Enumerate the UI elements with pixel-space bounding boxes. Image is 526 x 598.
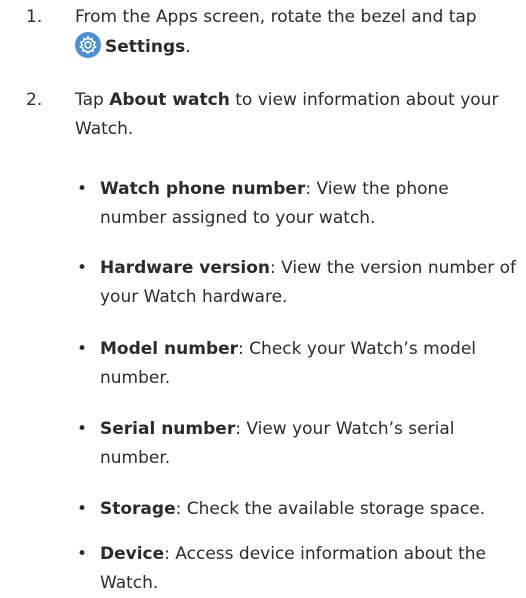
step-text: Tap About watch to view information abou… (75, 86, 520, 144)
list-item-text: Storage: Check the available storage spa… (100, 495, 520, 524)
step-number: 1. (26, 7, 43, 27)
option-name: Watch phone number (100, 179, 306, 199)
bullet-dot: • (77, 499, 88, 519)
list-item-text: Watch phone number: View the phone numbe… (100, 175, 520, 233)
bullet-dot: • (77, 258, 88, 278)
step-text-before: Tap (75, 90, 110, 110)
option-description: : Check the available storage space. (175, 499, 486, 519)
about-watch-label: About watch (109, 90, 230, 110)
settings-label: Settings (105, 37, 186, 57)
bullet-dot: • (77, 339, 88, 359)
option-name: Model number (100, 339, 239, 359)
bullet-dot: • (77, 419, 88, 439)
list-item-text: Device: Access device information about … (100, 540, 520, 598)
bullet-dot: • (77, 179, 88, 199)
settings-gear-icon (75, 32, 101, 58)
step-text: From the Apps screen, rotate the bezel a… (75, 3, 520, 62)
bullet-dot: • (77, 544, 88, 564)
step-text-after: . (185, 37, 191, 57)
list-item-text: Serial number: View your Watch’s serial … (100, 415, 520, 473)
list-item-text: Model number: Check your Watch’s model n… (100, 335, 520, 393)
option-name: Serial number (100, 419, 236, 439)
step-number: 2. (26, 90, 43, 110)
list-item-text: Hardware version: View the version numbe… (100, 254, 520, 312)
option-name: Storage (100, 499, 176, 519)
step-text-before: From the Apps screen, rotate the bezel a… (75, 7, 477, 27)
option-name: Device (100, 544, 165, 564)
option-name: Hardware version (100, 258, 270, 278)
instruction-document: 1. From the Apps screen, rotate the beze… (0, 0, 526, 593)
